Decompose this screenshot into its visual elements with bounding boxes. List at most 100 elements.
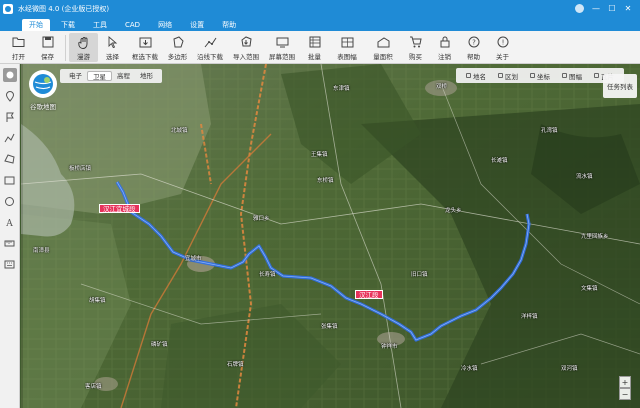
town-label: 磷矿镇 [151,342,168,348]
town-label: 龙头乡 [445,208,462,214]
about-label: 关于 [496,53,509,61]
help-button[interactable]: ? 帮助 [459,33,488,62]
maximize-button[interactable]: ☐ [604,0,620,17]
town-label: 长寿镇 [259,272,276,278]
town-label: 石牌镇 [227,362,244,368]
title-bar: 水经微图 4.0 (企业版已授权) — ☐ ✕ [0,0,640,17]
text-tool-button[interactable]: A [3,215,17,229]
import-range-label: 导入范围 [233,53,259,61]
town-label: 九里回族乡 [581,234,609,240]
place-names-label: 地名 [473,72,486,81]
menu-bar: 开始 下载 工具 CAD 网络 设置 帮助 [0,17,640,31]
about-button[interactable]: ! 关于 [488,33,517,62]
map-view[interactable]: 谷歌地图 电子 卫星 高程 地形 地名 区划 坐标 图幅 瓦片 任务列表 汉江宜… [21,64,640,408]
minimize-button[interactable]: — [588,0,604,17]
menu-download[interactable]: 下载 [54,19,82,31]
zoom-in-button[interactable]: + [619,376,631,388]
menu-help[interactable]: 帮助 [215,19,243,31]
svg-text:A: A [5,219,13,228]
town-label: 洋梓镇 [521,314,538,320]
town-label: 板桥店镇 [69,166,92,172]
river-label[interactable]: 汉江段 [355,290,383,299]
batch-button[interactable]: 批量 [300,33,329,62]
frame-download-label: 框选下载 [132,53,158,61]
town-label: 长滩镇 [491,158,508,164]
polygon-icon [171,35,185,49]
save-label: 保存 [41,53,54,61]
pan-button[interactable]: 漫游 [69,33,98,62]
map-type-satellite[interactable]: 卫星 [87,71,112,81]
river-label[interactable]: 汉江宜城段 [99,204,140,213]
town-label: 宜城市 [185,256,202,262]
lock-icon [438,35,452,49]
coordinates-label: 坐标 [537,72,550,81]
frame-download-icon [138,35,152,49]
open-button[interactable]: 打开 [4,33,33,62]
toggle-coordinates[interactable]: 坐标 [524,71,556,81]
save-icon [41,35,55,49]
save-button[interactable]: 保存 [33,33,62,62]
measure-area-button[interactable]: 量面积 [365,33,401,62]
map-source-logo[interactable]: 谷歌地图 [25,70,61,114]
flag-icon [6,112,14,122]
text-icon: A [5,219,13,228]
toggle-sheet-grid[interactable]: 图幅 [556,71,588,81]
frame-download-button[interactable]: 框选下载 [127,33,163,62]
toggle-place-names[interactable]: 地名 [460,71,492,81]
line-download-icon [203,35,217,49]
import-range-button[interactable]: 导入范围 [228,33,264,62]
rectangle-tool-button[interactable] [3,173,17,187]
circle-tool-button[interactable] [3,194,17,208]
menu-cad[interactable]: CAD [118,19,147,31]
menu-network[interactable]: 网络 [151,19,179,31]
ruler-tool-button[interactable] [3,236,17,250]
flag-tool-button[interactable] [3,110,17,124]
open-label: 打开 [12,53,25,61]
select-label: 选择 [106,53,119,61]
town-label: 东桥镇 [317,178,334,184]
line-download-label: 沿线下载 [197,53,223,61]
polygon-tool-button[interactable] [3,152,17,166]
user-avatar-icon[interactable] [575,4,584,13]
checkbox-icon [498,73,503,78]
keyboard-tool-button[interactable] [3,257,17,271]
checkbox-icon [562,73,567,78]
measure-area-icon [376,35,390,49]
map-type-elevation[interactable]: 高程 [112,71,135,81]
sheet-button[interactable]: 表图幅 [329,33,365,62]
marker-tool-button[interactable] [3,89,17,103]
town-label: 冷水镇 [461,366,478,372]
menu-settings[interactable]: 设置 [183,19,211,31]
import-range-icon [239,35,253,49]
ruler-icon [4,240,15,246]
logout-button[interactable]: 注销 [430,33,459,62]
toggle-admin-division[interactable]: 区划 [492,71,524,81]
map-type-terrain[interactable]: 地形 [135,71,158,81]
line-download-button[interactable]: 沿线下载 [192,33,228,62]
task-list-button[interactable]: 任务列表 [603,74,637,98]
line-tool-button[interactable] [3,131,17,145]
sidebar-collapse-handle[interactable] [21,64,23,408]
left-toolbar: A [0,64,20,408]
layer-tool-button[interactable] [2,68,17,82]
zoom-controls: + − [619,376,631,400]
batch-label: 批量 [308,53,321,61]
menu-start[interactable]: 开始 [22,19,50,31]
help-icon: ? [467,35,481,49]
polygon-download-button[interactable]: 多边形 [163,33,192,62]
menu-tools[interactable]: 工具 [86,19,114,31]
map-type-electronic[interactable]: 电子 [64,71,87,81]
buy-button[interactable]: 购买 [401,33,430,62]
screen-range-label: 屏幕范围 [269,53,295,61]
hand-icon [77,35,91,49]
logo-label: 谷歌地图 [30,103,56,111]
select-button[interactable]: 选择 [98,33,127,62]
screen-range-button[interactable]: 屏幕范围 [264,33,300,62]
polyline-icon [4,133,15,143]
town-label: 雅口乡 [253,216,270,222]
close-button[interactable]: ✕ [620,0,636,17]
window-title: 水经微图 4.0 (企业版已授权) [18,4,110,13]
checkbox-icon [530,73,535,78]
zoom-out-button[interactable]: − [619,388,631,400]
svg-text:?: ? [472,39,476,47]
